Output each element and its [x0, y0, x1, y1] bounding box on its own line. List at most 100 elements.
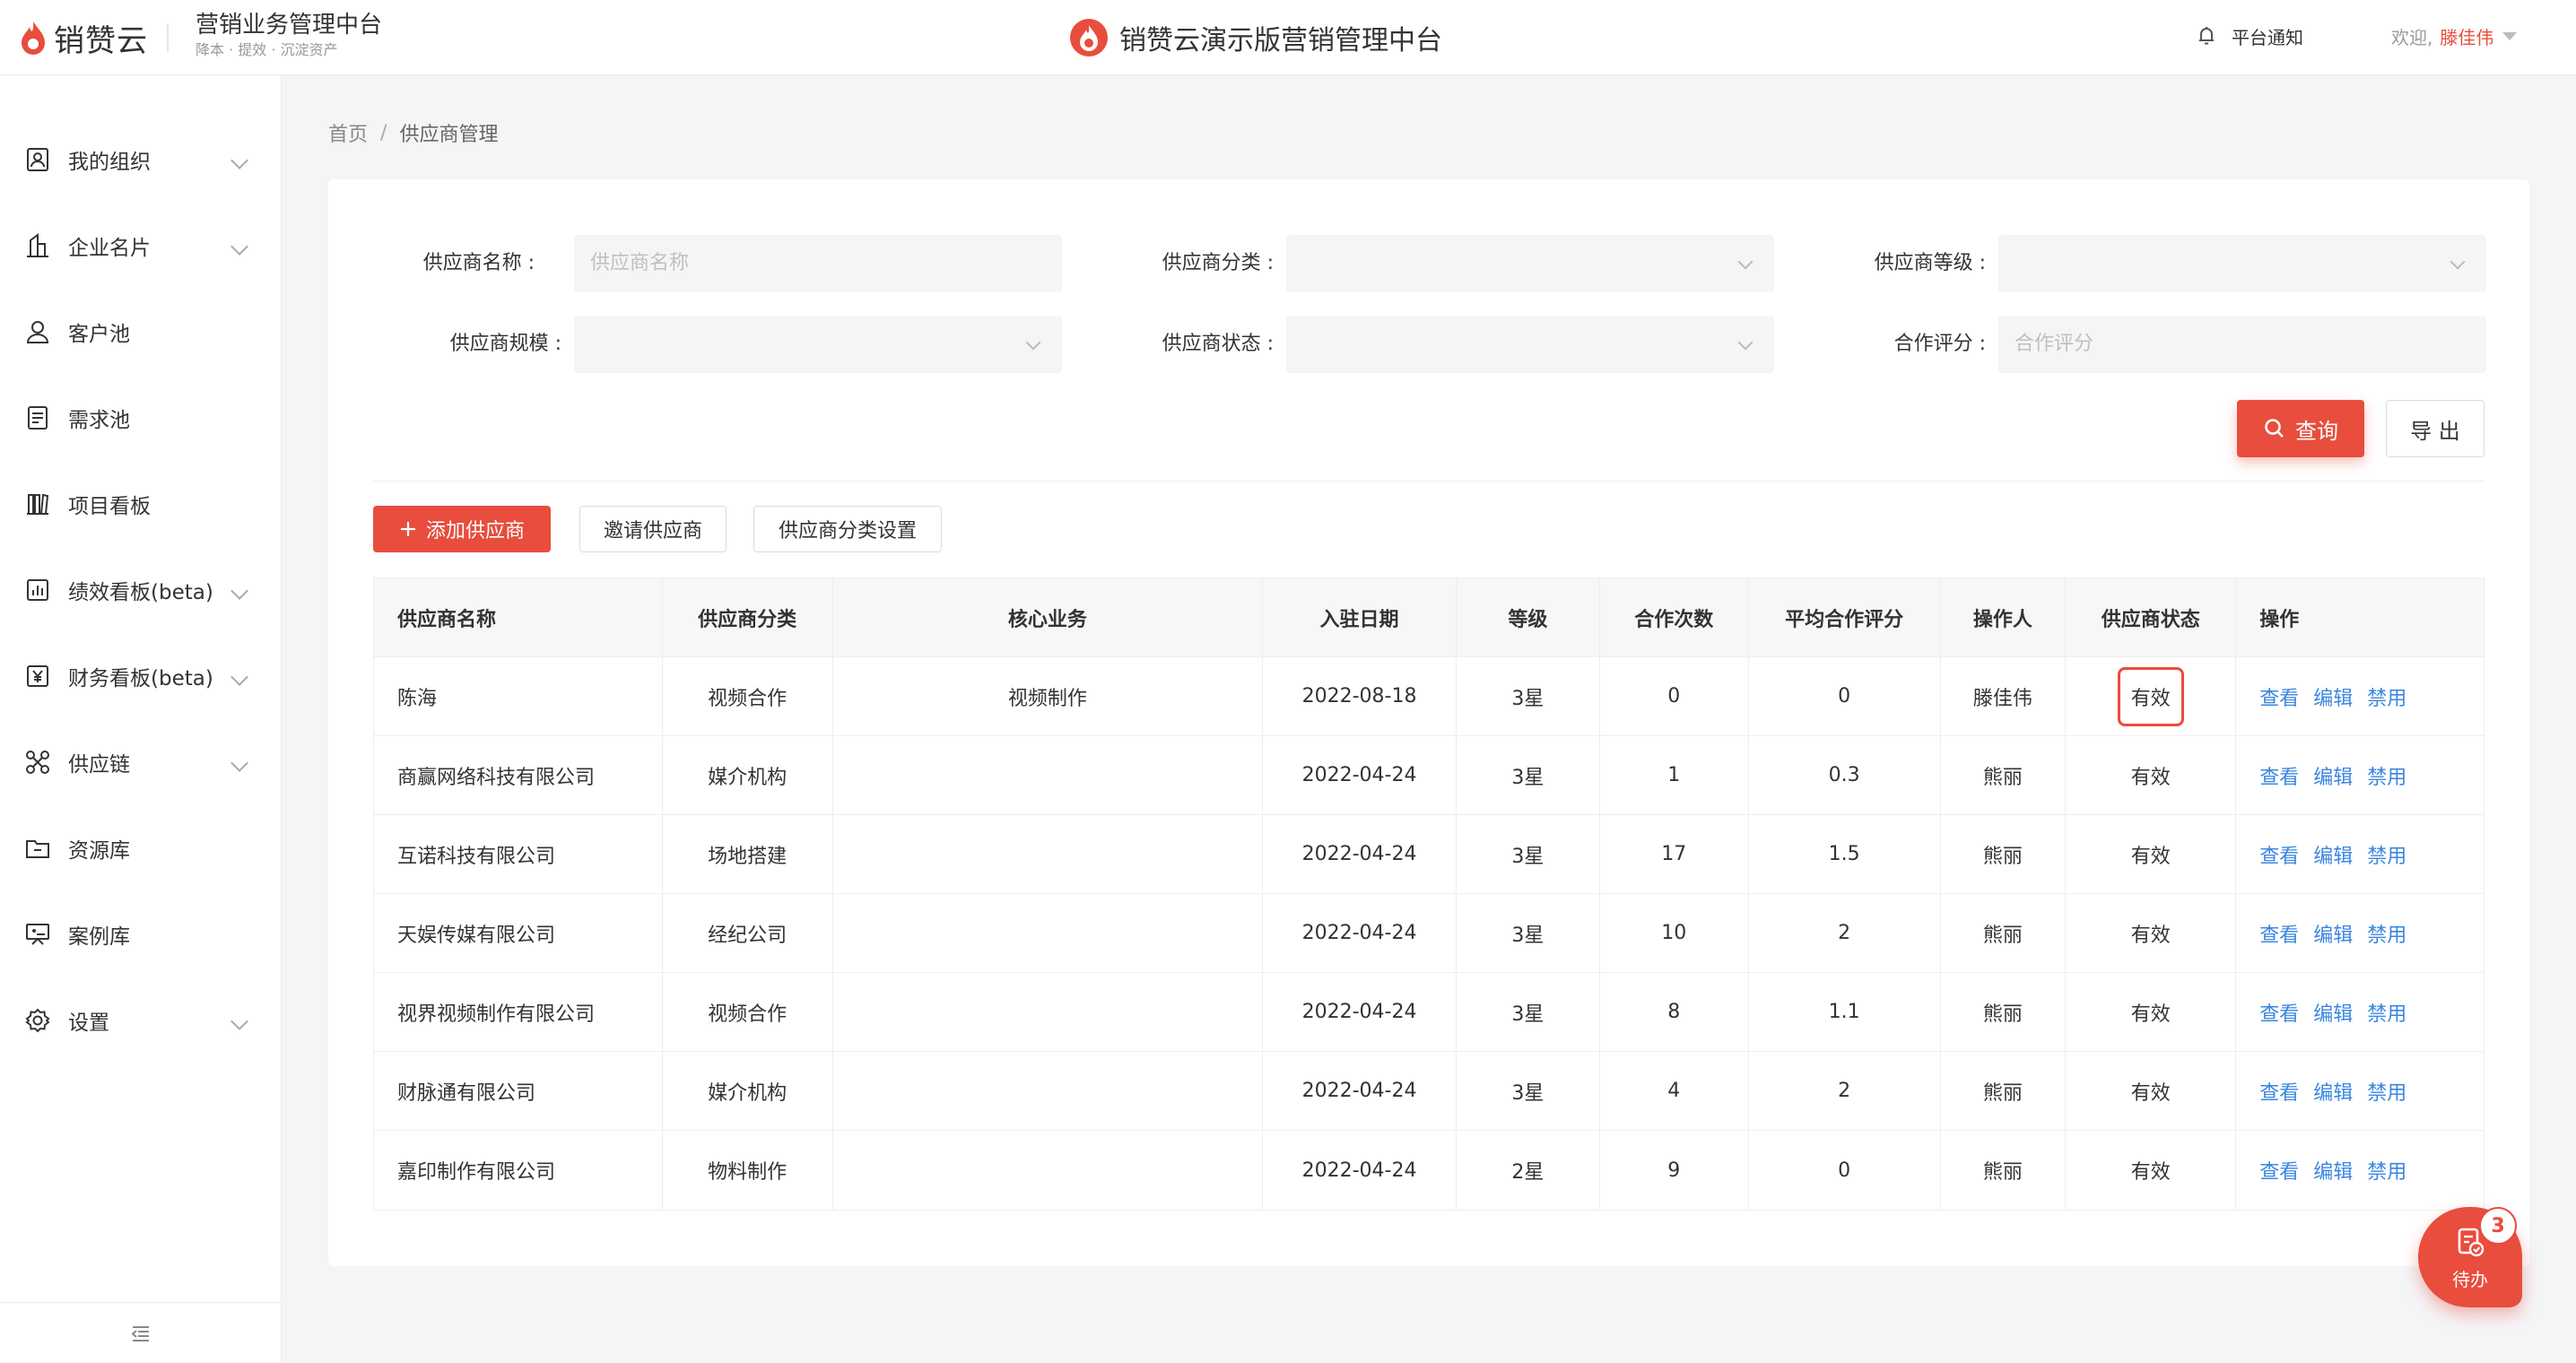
user-menu[interactable]: 欢迎, 滕佳伟 — [2391, 20, 2518, 52]
disable-link[interactable]: 禁用 — [2367, 919, 2406, 948]
view-link[interactable]: 查看 — [2259, 1156, 2299, 1185]
supplier-status-label: 供应商状态 : — [1162, 333, 1274, 355]
sidebar-item-finance-board[interactable]: 财务看板(beta) — [0, 633, 282, 719]
section-divider — [373, 481, 2485, 482]
cell-status: 有效 — [2066, 657, 2237, 735]
sidebar-collapse-toggle[interactable] — [0, 1302, 282, 1363]
disable-link[interactable]: 禁用 — [2367, 1156, 2406, 1185]
chevron-down-icon — [1737, 254, 1754, 270]
chevron-down-icon — [231, 152, 248, 169]
cooperation-rating-label: 合作评分 : — [1893, 333, 1986, 355]
platform-notice[interactable]: 平台通知 — [2194, 20, 2303, 52]
sidebar-item-settings[interactable]: 设置 — [0, 977, 282, 1063]
sidebar-item-customer-pool[interactable]: 客户池 — [0, 289, 282, 375]
view-link[interactable]: 查看 — [2259, 761, 2299, 790]
view-link[interactable]: 查看 — [2259, 1077, 2299, 1106]
search-icon — [2265, 419, 2284, 438]
supplier-name-input[interactable]: 供应商名称 — [574, 235, 1062, 292]
cell-operator: 熊丽 — [1941, 973, 2067, 1051]
sidebar-item-project-board[interactable]: 项目看板 — [0, 461, 282, 547]
caret-down-icon — [2502, 31, 2518, 40]
sidebar-item-label: 项目看板 — [68, 495, 151, 518]
invite-supplier-label: 邀请供应商 — [603, 520, 702, 543]
supplier-category-select[interactable] — [1286, 235, 1774, 292]
folder-icon — [26, 840, 49, 858]
breadcrumb: 首页 / 供应商管理 — [328, 118, 498, 147]
category-settings-button[interactable]: 供应商分类设置 — [753, 506, 942, 552]
view-link[interactable]: 查看 — [2259, 998, 2299, 1027]
sidebar-item-label: 绩效看板(beta) — [68, 581, 213, 604]
sidebar-item-performance-board[interactable]: 绩效看板(beta) — [0, 547, 282, 633]
cell-status: 有效 — [2066, 736, 2237, 814]
view-link[interactable]: 查看 — [2259, 682, 2299, 711]
sidebar: 我的组织 企业名片 客户池 需求池 项目看板 绩效看板(beta) 财务看板(b… — [0, 75, 282, 1363]
sidebar-item-company-card[interactable]: 企业名片 — [0, 203, 282, 289]
col-header-join-date: 入驻日期 — [1263, 578, 1457, 656]
sidebar-item-org[interactable]: 我的组织 — [0, 117, 282, 203]
chevron-down-icon — [1737, 334, 1754, 351]
view-link[interactable]: 查看 — [2259, 919, 2299, 948]
disable-link[interactable]: 禁用 — [2367, 998, 2406, 1027]
col-header-avg-rating: 平均合作评分 — [1749, 578, 1941, 656]
supplier-scale-select[interactable] — [574, 316, 1062, 373]
sidebar-item-label: 资源库 — [68, 839, 130, 863]
edit-link[interactable]: 编辑 — [2313, 919, 2353, 948]
cooperation-rating-input[interactable]: 合作评分 — [1998, 316, 2486, 373]
chart-icon — [27, 579, 48, 601]
sidebar-item-label: 设置 — [68, 1011, 109, 1035]
building-icon — [27, 233, 48, 257]
export-button[interactable]: 导 出 — [2386, 400, 2485, 457]
breadcrumb-home[interactable]: 首页 — [328, 118, 368, 147]
edit-link[interactable]: 编辑 — [2313, 1077, 2353, 1106]
disable-link[interactable]: 禁用 — [2367, 761, 2406, 790]
cell-actions: 查看 编辑 禁用 — [2236, 973, 2484, 1051]
table-row: 天娱传媒有限公司 经纪公司 2022-04-24 3星 10 2 熊丽 有效 查… — [374, 894, 2484, 973]
cell-join-date: 2022-04-24 — [1263, 973, 1457, 1051]
cell-count: 4 — [1600, 1052, 1749, 1130]
view-link[interactable]: 查看 — [2259, 840, 2299, 869]
cell-name: 视界视频制作有限公司 — [374, 973, 663, 1051]
col-header-operator: 操作人 — [1941, 578, 2067, 656]
query-button[interactable]: 查询 — [2237, 400, 2364, 457]
edit-link[interactable]: 编辑 — [2313, 761, 2353, 790]
supplier-level-select[interactable] — [1998, 235, 2486, 292]
add-supplier-button[interactable]: 添加供应商 — [373, 506, 551, 552]
edit-link[interactable]: 编辑 — [2313, 840, 2353, 869]
col-header-count: 合作次数 — [1600, 578, 1749, 656]
cell-operator: 熊丽 — [1941, 1131, 2067, 1210]
network-icon — [26, 751, 49, 774]
cell-count: 0 — [1600, 657, 1749, 735]
flame-logo-icon — [22, 22, 45, 55]
todo-label: 待办 — [2452, 1268, 2488, 1290]
cell-operator: 熊丽 — [1941, 736, 2067, 814]
cell-actions: 查看 编辑 禁用 — [2236, 894, 2484, 972]
cell-level: 3星 — [1457, 894, 1600, 972]
edit-link[interactable]: 编辑 — [2313, 1156, 2353, 1185]
invite-supplier-button[interactable]: 邀请供应商 — [579, 506, 727, 552]
disable-link[interactable]: 禁用 — [2367, 1077, 2406, 1106]
sidebar-item-case-library[interactable]: 案例库 — [0, 891, 282, 977]
edit-link[interactable]: 编辑 — [2313, 998, 2353, 1027]
breadcrumb-separator: / — [380, 121, 387, 144]
export-label: 导 出 — [2410, 418, 2460, 444]
cell-actions: 查看 编辑 禁用 — [2236, 657, 2484, 735]
cell-category: 经纪公司 — [663, 894, 833, 972]
supplier-status-select[interactable] — [1286, 316, 1774, 373]
sidebar-item-demand-pool[interactable]: 需求池 — [0, 375, 282, 461]
edit-link[interactable]: 编辑 — [2313, 682, 2353, 711]
disable-link[interactable]: 禁用 — [2367, 840, 2406, 869]
todo-float-button[interactable]: 待办 3 — [2418, 1207, 2522, 1307]
sidebar-item-supply-chain[interactable]: 供应链 — [0, 719, 282, 805]
user-name: 滕佳伟 — [2440, 26, 2494, 48]
cell-actions: 查看 编辑 禁用 — [2236, 1052, 2484, 1130]
cell-level: 3星 — [1457, 973, 1600, 1051]
cell-join-date: 2022-08-18 — [1263, 657, 1457, 735]
sidebar-item-resource-library[interactable]: 资源库 — [0, 805, 282, 891]
cell-level: 3星 — [1457, 815, 1600, 893]
plus-icon — [400, 522, 415, 536]
add-supplier-label: 添加供应商 — [425, 520, 525, 543]
chevron-down-icon — [1025, 334, 1041, 351]
disable-link[interactable]: 禁用 — [2367, 682, 2406, 711]
brand-logo[interactable]: 销赞云 — [18, 18, 148, 59]
top-header: 销赞云 营销业务管理中台 降本 · 提效 · 沉淀资产 销赞云演示版营销管理中台… — [0, 0, 2576, 75]
